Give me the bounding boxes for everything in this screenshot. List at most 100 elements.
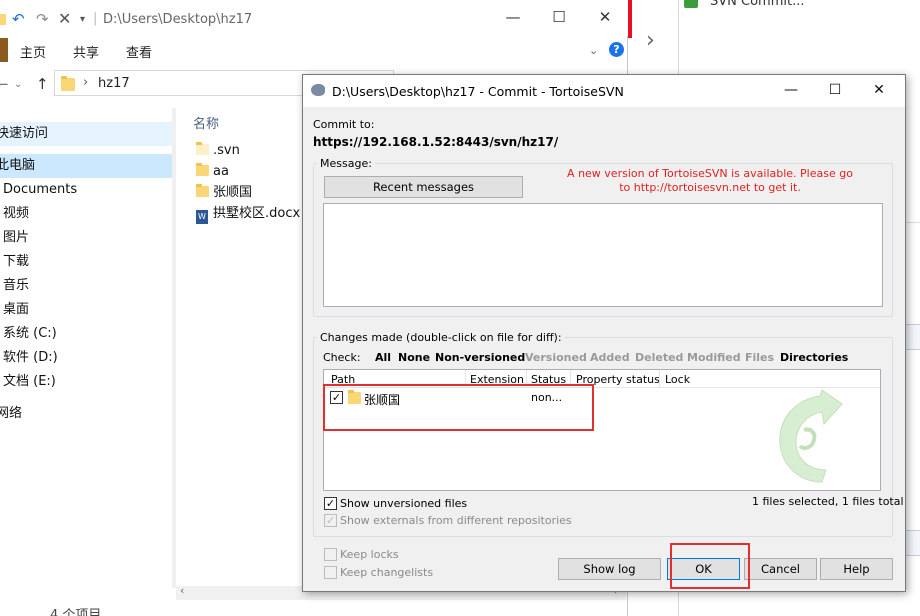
help-icon[interactable]: ?	[609, 42, 624, 57]
address-text[interactable]: hz17	[98, 76, 130, 91]
nav-this-pc[interactable]: 此电脑	[0, 154, 172, 178]
maximize-button[interactable]: ☐	[813, 82, 857, 98]
file-row[interactable]: .svn	[196, 140, 240, 162]
nav-videos[interactable]: 视频	[0, 202, 172, 226]
folder-icon	[61, 76, 75, 91]
explorer-title-path: D:\Users\Desktop\hz17	[103, 12, 253, 27]
show-externals-checkbox[interactable]: ✓	[324, 514, 337, 527]
commit-dialog: D:\Users\Desktop\hz17 - Commit - Tortois…	[302, 74, 906, 592]
file-list-pane: 名称 .svn aa 张顺国 W 拱墅校区.docx	[176, 108, 302, 588]
folder-icon	[0, 14, 6, 25]
nav-pictures[interactable]: 图片	[0, 226, 172, 250]
file-name: 拱墅校区.docx	[213, 206, 301, 221]
svn-commit-icon	[684, 0, 698, 8]
nav-drive-c[interactable]: 系统 (C:)	[0, 322, 172, 346]
update-notice[interactable]: A new version of TortoiseSVN is availabl…	[565, 167, 855, 195]
nav-quick-access[interactable]: 快速访问	[0, 122, 172, 146]
nav-label: 桌面	[3, 302, 30, 317]
check-nonversioned-link[interactable]: Non-versioned	[435, 351, 525, 364]
nav-label: 音乐	[3, 278, 30, 293]
keep-locks-checkbox[interactable]	[324, 548, 337, 561]
check-none-link[interactable]: None	[398, 351, 430, 364]
keep-changelists-label: Keep changelists	[340, 566, 434, 579]
commit-to-label: Commit to:	[313, 118, 375, 131]
tab-home[interactable]: 主页	[20, 42, 46, 61]
separator-icon: |	[93, 11, 98, 26]
nav-label: 系统 (C:)	[3, 326, 57, 341]
background-divider-line	[904, 222, 920, 223]
check-label: Check:	[323, 351, 361, 364]
file-name: .svn	[213, 143, 240, 158]
hidden-folder-icon	[196, 142, 209, 155]
check-added-link[interactable]: Added	[590, 351, 630, 364]
up-arrow-icon[interactable]: ↑	[36, 75, 49, 93]
show-log-button[interactable]: Show log	[558, 558, 661, 580]
nav-label: 软件 (D:)	[3, 350, 58, 365]
quick-access-dropdown-icon[interactable]: ▾	[80, 14, 85, 25]
recent-messages-button[interactable]: Recent messages	[324, 176, 523, 198]
close-button[interactable]: ✕	[857, 82, 901, 98]
chevron-down-icon[interactable]: ⌄	[589, 44, 598, 57]
nav-music[interactable]: 音乐	[0, 274, 172, 298]
cancel-button[interactable]: Cancel	[744, 558, 817, 580]
background-red-line	[628, 0, 632, 38]
recent-dropdown-icon[interactable]: ⌄	[14, 79, 22, 90]
column-lock[interactable]: Lock	[665, 373, 690, 386]
delete-icon[interactable]: ✕	[58, 9, 71, 28]
tab-share[interactable]: 共享	[73, 42, 99, 61]
check-versioned-link[interactable]: Versioned	[525, 351, 587, 364]
item-count: 4 个项目	[50, 608, 102, 616]
back-arrow-icon[interactable]: ←	[0, 75, 9, 93]
dialog-title: D:\Users\Desktop\hz17 - Commit - Tortois…	[332, 84, 624, 99]
nav-label: 图片	[3, 230, 30, 245]
maximize-button[interactable]: ☐	[536, 8, 582, 26]
changes-label: Changes made (double-click on file for d…	[317, 331, 565, 344]
close-button[interactable]: ✕	[582, 8, 628, 26]
file-row[interactable]: 张顺国	[196, 182, 252, 204]
nav-label: 此电脑	[0, 158, 36, 173]
nav-drive-e[interactable]: 文档 (E:)	[0, 370, 172, 394]
nav-drive-d[interactable]: 软件 (D:)	[0, 346, 172, 370]
file-tab[interactable]	[0, 38, 8, 62]
background-panel	[904, 530, 920, 556]
check-files-link[interactable]: Files	[745, 351, 774, 364]
explorer-titlebar: ↶ ↷ ✕ ▾ | D:\Users\Desktop\hz17 — ☐ ✕	[0, 0, 628, 36]
scroll-left-icon[interactable]: ‹	[180, 584, 184, 597]
nav-downloads[interactable]: 下载	[0, 250, 172, 274]
check-modified-link[interactable]: Modified	[687, 351, 741, 364]
background-hint-text: SVN Commit...	[710, 0, 805, 9]
help-button[interactable]: Help	[820, 558, 893, 580]
column-header-name[interactable]: 名称	[193, 113, 219, 132]
commit-url: https://192.168.1.52:8443/svn/hz17/	[313, 135, 559, 149]
show-unversioned-label: Show unversioned files	[340, 497, 468, 510]
navigation-pane: 快速访问 此电脑 Documents 视频 图片 下载 音乐 桌面 系统 (C:…	[0, 108, 176, 588]
check-directories-link[interactable]: Directories	[780, 351, 848, 364]
nav-label: 网络	[0, 406, 23, 421]
nav-desktop[interactable]: 桌面	[0, 298, 172, 322]
tortoisesvn-icon	[311, 84, 325, 96]
highlight-row-box	[323, 384, 594, 431]
nav-documents[interactable]: Documents	[0, 178, 172, 202]
nav-label: 快速访问	[0, 126, 49, 141]
file-row[interactable]: W 拱墅校区.docx	[196, 203, 300, 225]
redo-icon[interactable]: ↷	[36, 10, 49, 28]
nav-label: 视频	[3, 206, 30, 221]
word-document-icon: W	[196, 210, 208, 224]
undo-icon[interactable]: ↶	[12, 10, 25, 28]
keep-changelists-checkbox[interactable]	[324, 566, 337, 579]
check-deleted-link[interactable]: Deleted	[635, 351, 683, 364]
background-panel	[904, 324, 920, 350]
breadcrumb-chevron-icon: ›	[83, 75, 89, 90]
file-name: aa	[213, 164, 229, 179]
chevron-right-icon[interactable]: ›	[646, 28, 655, 53]
file-row[interactable]: aa	[196, 161, 229, 183]
message-input[interactable]	[323, 203, 883, 307]
highlight-ok-box	[670, 543, 750, 589]
check-all-link[interactable]: All	[375, 351, 391, 364]
nav-network[interactable]: 网络	[0, 402, 172, 426]
tab-view[interactable]: 查看	[126, 42, 152, 61]
dialog-titlebar: D:\Users\Desktop\hz17 - Commit - Tortois…	[303, 75, 905, 107]
minimize-button[interactable]: —	[490, 8, 536, 26]
minimize-button[interactable]: —	[769, 82, 813, 98]
show-unversioned-checkbox[interactable]: ✓	[324, 497, 337, 510]
